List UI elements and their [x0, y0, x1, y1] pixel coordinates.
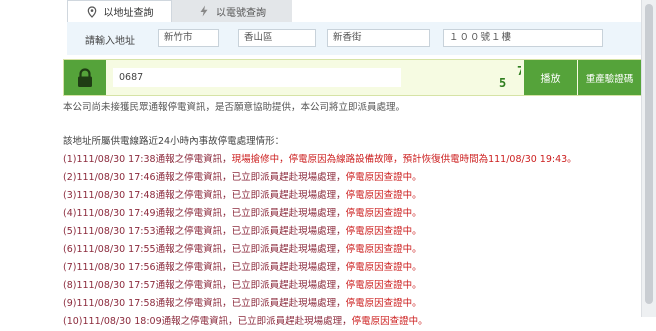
regenerate-captcha-button[interactable]: 重產驗證碼 [578, 60, 641, 95]
outage-record: (9)111/08/30 17:58通報之停電資訊，已立即派員趕赴現場處理，停電… [63, 298, 422, 309]
address-label: 請輸入地址 [85, 36, 135, 47]
city-field[interactable]: 新竹市 [158, 29, 219, 47]
location-pin-icon [86, 5, 98, 18]
outage-record: (1)111/08/30 17:38通報之停電資訊，現場搶修中，停電原因為線路設… [63, 154, 577, 165]
play-audio-button[interactable]: 播放 [524, 60, 577, 95]
lightning-bolt-icon [198, 5, 210, 17]
outage-record: (3)111/08/30 17:48通報之停電資訊，已立即派員趕赴現場處理，停電… [63, 190, 422, 201]
outage-record: (7)111/08/30 17:56通報之停電資訊，已立即派員趕赴現場處理，停電… [63, 262, 422, 273]
outage-record: (10)111/08/30 18:09通報之停電資訊，已立即派員趕赴現場處理，停… [63, 316, 428, 327]
query-tabs: 以地址查詢 以電號查詢 [67, 0, 292, 22]
scrollbar-thumb[interactable] [645, 4, 653, 304]
captcha-image: 5 7 8 9 [406, 60, 559, 95]
vertical-scrollbar[interactable] [641, 0, 656, 317]
house-number-field[interactable]: １００號１樓 [443, 29, 603, 47]
tab-account-number-query-label: 以電號查詢 [216, 7, 266, 19]
outage-query-page: 以地址查詢 以電號查詢 請輸入地址 新竹市 香山區 新香街 １００號１樓 068… [0, 0, 642, 327]
street-field[interactable]: 新香街 [327, 29, 430, 47]
notice-text: 本公司尚未接獲民眾通報停電資訊，是否願意協助提供，本公司將立即派員處理。 [63, 102, 406, 113]
captcha-input[interactable]: 0687 [113, 68, 401, 87]
outage-record: (5)111/08/30 17:53通報之停電資訊，已立即派員趕赴現場處理，停電… [63, 226, 422, 237]
outage-record-list: (1)111/08/30 17:38通報之停電資訊，現場搶修中，停電原因為線路設… [63, 151, 638, 331]
padlock-icon [64, 60, 106, 95]
captcha-bar: 0687 5 7 8 9 播放 重產驗證碼 [63, 59, 642, 96]
tab-address-query-label: 以地址查詢 [103, 8, 154, 19]
outage-record: (6)111/08/30 17:55通報之停電資訊，已立即派員趕赴現場處理，停電… [63, 244, 422, 255]
district-field[interactable]: 香山區 [238, 29, 316, 47]
captcha-digit: 7 [517, 64, 521, 78]
outage-record: (8)111/08/30 17:57通報之停電資訊，已立即派員趕赴現場處理，停電… [63, 280, 422, 291]
result-heading: 該地址所屬供電線路近24小時內事故停電處理情形： [63, 136, 285, 147]
captcha-digit: 5 [499, 76, 506, 90]
tab-account-number-query[interactable]: 以電號查詢 [172, 0, 292, 22]
address-input-panel: 請輸入地址 新竹市 香山區 新香街 １００號１樓 [67, 22, 642, 55]
outage-record: (4)111/08/30 17:49通報之停電資訊，已立即派員趕赴現場處理，停電… [63, 208, 422, 219]
tab-address-query[interactable]: 以地址查詢 [67, 0, 172, 22]
outage-record: (2)111/08/30 17:46通報之停電資訊，已立即派員趕赴現場處理，停電… [63, 172, 422, 183]
